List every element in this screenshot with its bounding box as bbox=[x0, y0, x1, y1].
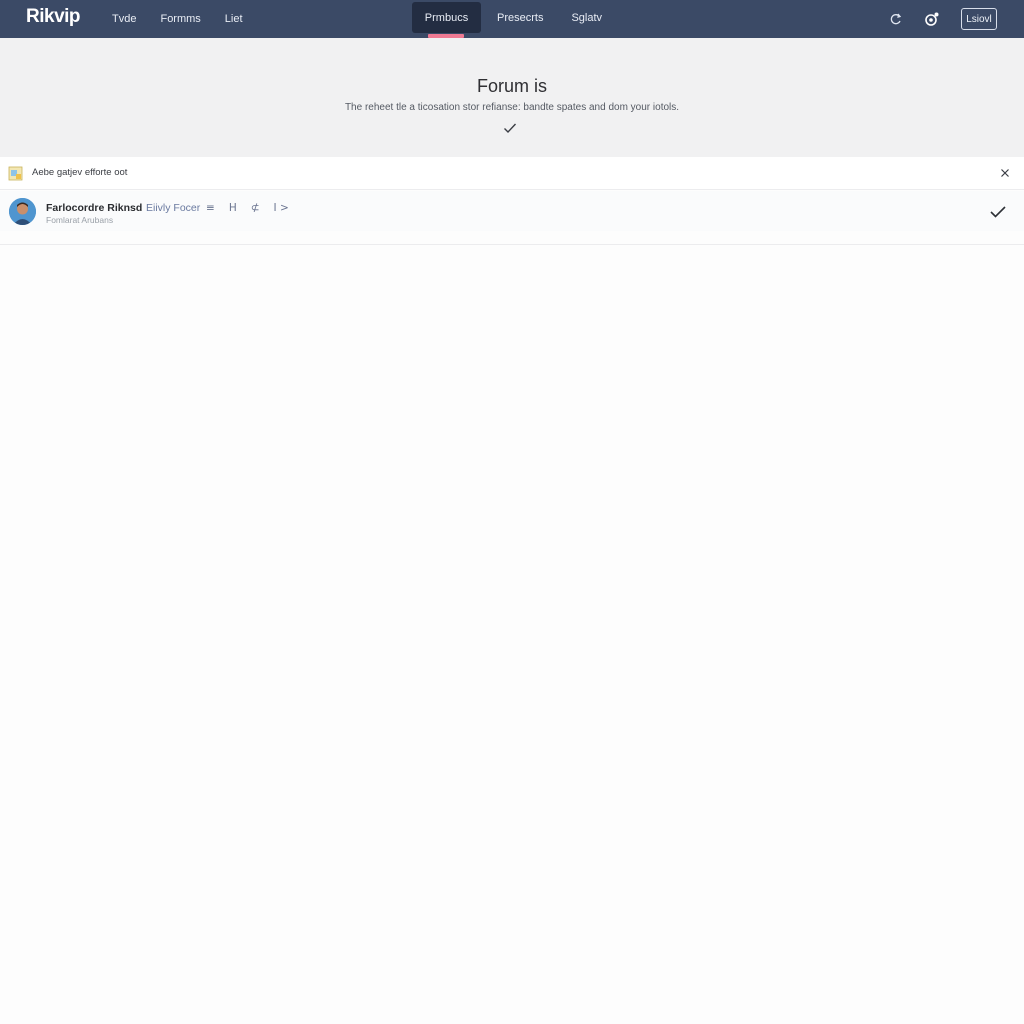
top-navigation-bar: Rikvip Tvde Formms Liet Prmbucs Presecrt… bbox=[0, 0, 1024, 38]
close-icon[interactable] bbox=[998, 166, 1012, 180]
post-subtitle: Fomlarat Arubans bbox=[46, 215, 114, 225]
post-forum-link[interactable]: Eiivly Focer bbox=[146, 202, 200, 214]
post-toolbar: ≡ H ⊄ I > bbox=[206, 201, 303, 215]
nav-right-actions: Lsiovl bbox=[885, 6, 997, 32]
nav-tabs: Prmbucs Presecrts Sglatv bbox=[412, 2, 614, 38]
tab-presets[interactable]: Presecrts bbox=[485, 2, 555, 33]
image-file-icon bbox=[8, 166, 23, 181]
page-title: Forum is bbox=[476, 76, 547, 96]
nav-link-forums[interactable]: Formms bbox=[148, 0, 212, 38]
page-header: Forum is The reheet tle a ticosation sto… bbox=[0, 38, 1024, 157]
tab-settings[interactable]: Sglatv bbox=[559, 2, 614, 33]
notification-icon[interactable] bbox=[921, 8, 943, 30]
attach-icon[interactable]: ⊄ bbox=[251, 202, 260, 214]
refresh-icon[interactable] bbox=[885, 8, 907, 30]
heading-icon[interactable]: H bbox=[229, 202, 237, 214]
avatar[interactable] bbox=[9, 198, 36, 225]
checkmark-icon[interactable] bbox=[989, 204, 1007, 220]
content-area bbox=[0, 245, 1024, 1024]
page-subtitle: The reheet tle a ticosation stor refians… bbox=[344, 102, 680, 113]
nav-link-list[interactable]: Liet bbox=[213, 0, 255, 38]
list-item[interactable]: Farlocordre Riknsd Eiivly Focer Fomlarat… bbox=[0, 191, 1024, 231]
nav-link-tvde[interactable]: Tvde bbox=[100, 0, 148, 38]
app-logo[interactable]: Rikvip bbox=[26, 6, 81, 28]
notification-text: Aebe gatjev efforte oot bbox=[32, 167, 128, 178]
checkmark-icon[interactable] bbox=[502, 120, 518, 136]
login-button[interactable]: Lsiovl bbox=[961, 8, 997, 30]
next-icon[interactable]: I > bbox=[274, 202, 289, 214]
notification-banner: Aebe gatjev efforte oot bbox=[0, 157, 1024, 190]
nav-left-links: Tvde Formms Liet bbox=[100, 0, 255, 38]
list-icon[interactable]: ≡ bbox=[206, 202, 215, 214]
tab-products[interactable]: Prmbucs bbox=[412, 2, 481, 38]
post-author[interactable]: Farlocordre Riknsd bbox=[46, 202, 142, 214]
